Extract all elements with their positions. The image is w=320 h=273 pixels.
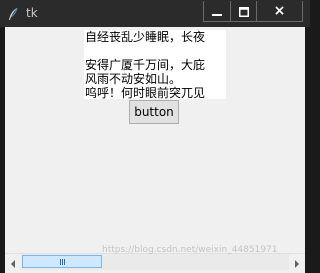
minimize-icon bbox=[212, 2, 222, 21]
scroll-thumb[interactable] bbox=[22, 255, 102, 268]
window-title: tk bbox=[26, 6, 38, 20]
text-line: 自经丧乱少睡眠，长夜 bbox=[85, 30, 206, 44]
title-bar[interactable]: tk × bbox=[0, 0, 310, 27]
scroll-track[interactable] bbox=[22, 254, 288, 270]
tk-window: tk × 自经丧乱少睡眠，长夜 安得广厦千万间，大庇 风雨不动安如山。 呜呼！何… bbox=[0, 0, 310, 273]
text-line: 风雨不动安如山。 bbox=[85, 72, 182, 86]
grip-icon bbox=[59, 258, 65, 265]
maximize-button[interactable] bbox=[230, 1, 256, 21]
button[interactable]: button bbox=[129, 100, 179, 124]
maximize-icon bbox=[238, 2, 249, 21]
arrow-left-icon bbox=[10, 253, 16, 272]
close-button[interactable]: × bbox=[256, 1, 302, 21]
scroll-left-button[interactable] bbox=[5, 254, 21, 270]
client-area: 自经丧乱少睡眠，长夜 安得广厦千万间，大庇 风雨不动安如山。 呜呼！何时眼前突兀… bbox=[5, 27, 305, 273]
minimize-button[interactable] bbox=[204, 1, 230, 21]
text-line: 安得广厦千万间，大庇 bbox=[85, 58, 206, 72]
text-line bbox=[84, 44, 226, 58]
horizontal-scrollbar[interactable] bbox=[5, 253, 305, 270]
feather-icon bbox=[7, 6, 19, 20]
window-controls: × bbox=[203, 1, 303, 22]
text-widget[interactable]: 自经丧乱少睡眠，长夜 安得广厦千万间，大庇 风雨不动安如山。 呜呼！何时眼前突兀… bbox=[84, 30, 226, 99]
arrow-right-icon bbox=[294, 253, 300, 272]
close-icon: × bbox=[273, 3, 286, 19]
text-line: 呜呼！何时眼前突兀见 bbox=[85, 86, 206, 99]
scroll-right-button[interactable] bbox=[289, 254, 305, 270]
